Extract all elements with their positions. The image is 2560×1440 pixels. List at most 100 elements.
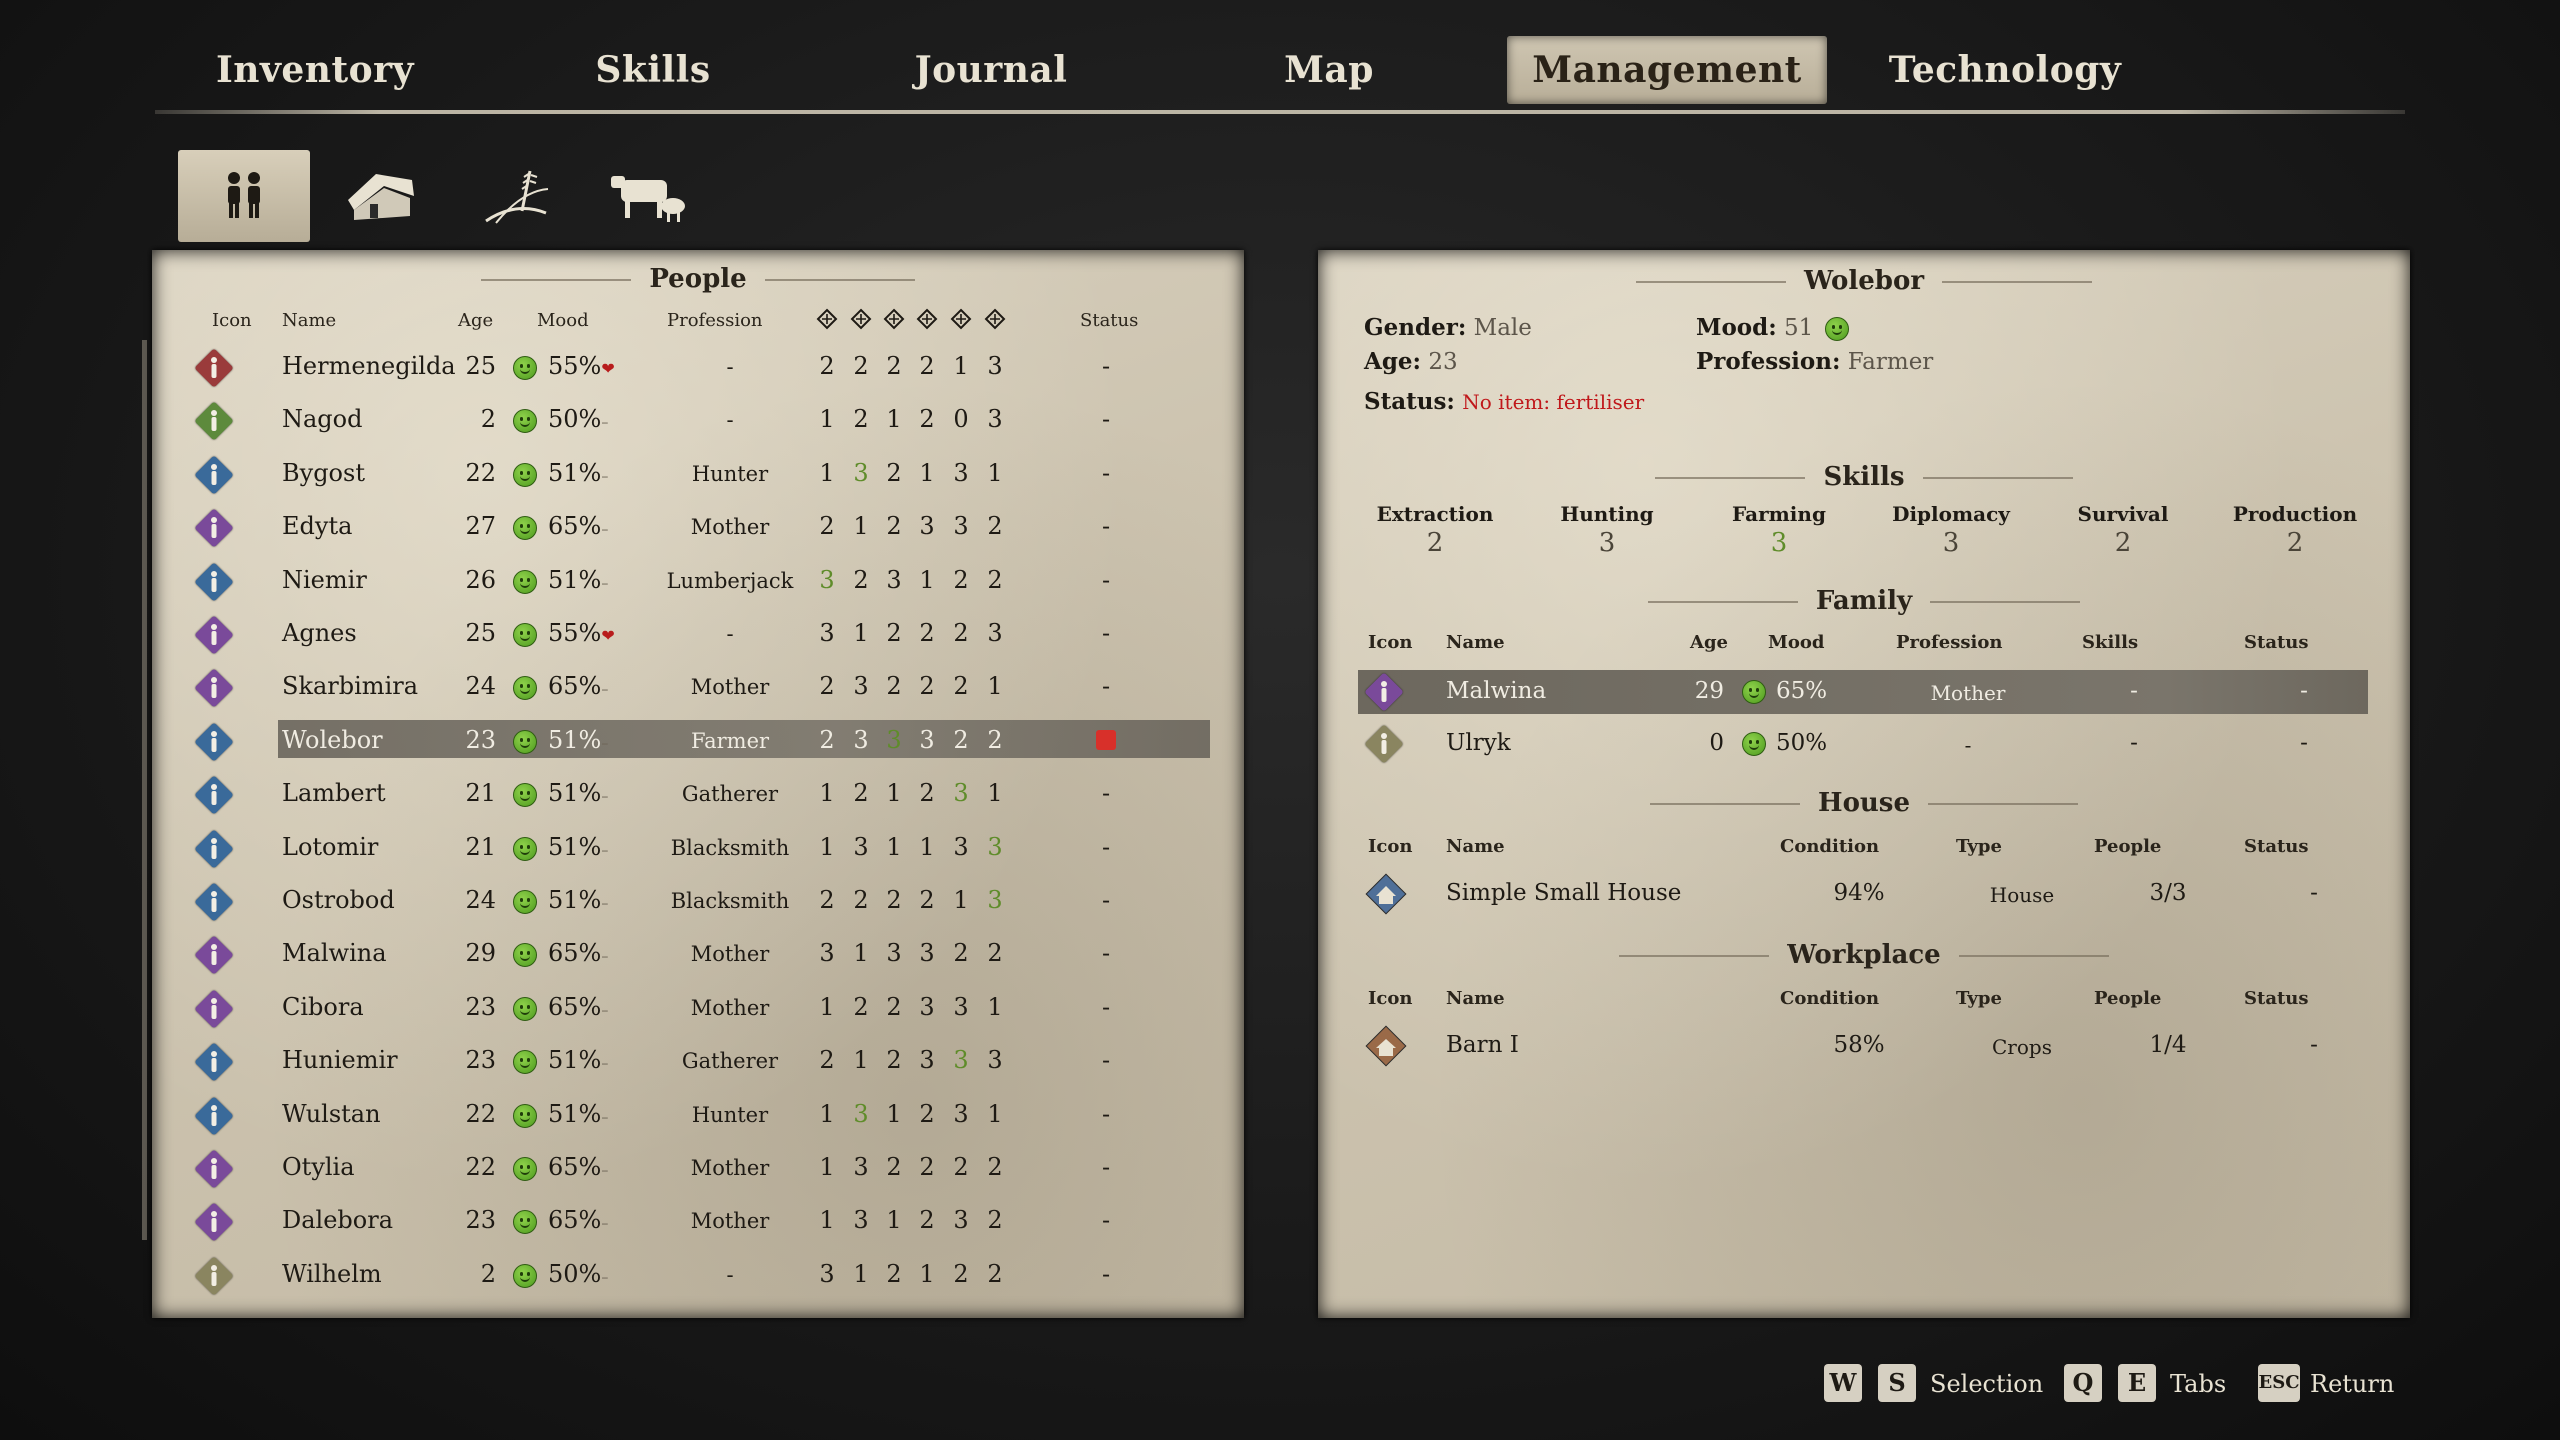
person-diamond-icon [194,1149,234,1189]
header-mood[interactable]: Mood [537,310,589,331]
profession-label: Profession: [1696,348,1841,375]
diplomacy-icon[interactable] [916,308,938,334]
person-row[interactable]: Lambert 21 51%– Gatherer 1 2 1 2 3 1- [152,769,1244,821]
person-age: 24 [465,672,496,701]
person-row[interactable]: Dalebora 23 65%– Mother 1 3 1 2 3 2- [152,1196,1244,1248]
mood-smile-icon [513,1210,537,1235]
header-profession[interactable]: Profession [667,310,763,331]
header-name[interactable]: Name [282,310,336,331]
person-row[interactable]: Nagod 2 50%– -1 2 1 2 0 3- [152,395,1244,447]
workplace-row[interactable]: Barn I 58% Crops 1/4 - [1358,1024,2368,1068]
person-skill-value: 3 [987,405,1003,434]
person-profession: Mother [690,675,770,700]
tab-inventory[interactable]: Inventory [155,36,475,104]
family-age: 0 [1709,730,1724,756]
person-status: - [1101,886,1111,914]
person-skill-value: 2 [819,352,835,380]
mood-smile-icon [1824,317,1849,341]
subtab-buildings[interactable] [314,150,446,242]
person-profession: Mother [690,515,770,540]
person-skill-value: 3 [987,832,1003,861]
tab-skills[interactable]: Skills [493,36,813,104]
mood-down-icon: ❤ [601,359,615,378]
person-skill-value: 3 [819,619,835,647]
house-row[interactable]: Simple Small House 94% House 3/3 - [1358,872,2368,916]
person-skill-value: 2 [819,886,835,914]
header-status[interactable]: Status [1080,310,1138,331]
person-skill-value: 3 [987,1046,1003,1075]
house-header-name: Name [1446,836,1505,857]
person-profession: Lumberjack [666,568,794,593]
person-skill-value: 3 [853,458,869,487]
tab-management[interactable]: Management [1507,36,1827,104]
person-skill-value: 3 [853,1099,869,1128]
person-row[interactable]: Agnes 25 55%❤ -3 1 2 2 2 3- [152,609,1244,661]
person-row[interactable]: Bygost 22 51%– Hunter 1 3 2 1 3 1- [152,449,1244,501]
key-s[interactable]: S [1878,1364,1916,1402]
house-header-condition: Condition [1780,836,1880,857]
person-row[interactable]: Skarbimira 24 65%– Mother 2 3 2 2 2 1- [152,662,1244,714]
person-row[interactable]: Ostrobod 24 51%– Blacksmith 2 2 2 2 1 3- [152,876,1244,928]
person-skill-value: 3 [886,565,902,594]
livestock-icon [611,176,685,222]
person-row[interactable]: Cibora 23 65%– Mother 1 2 2 3 3 1- [152,983,1244,1035]
key-q[interactable]: Q [2064,1364,2102,1402]
family-mood: 50% [1776,730,1828,756]
person-mood: 51%– [548,458,609,487]
person-skill-value: 2 [919,405,935,434]
house-status: - [2310,880,2318,906]
mood-smile-icon [513,569,537,594]
person-row[interactable]: Wilhelm 2 50%– -3 1 2 1 2 2- [152,1250,1244,1302]
house-header-icon: Icon [1368,836,1413,857]
family-row[interactable]: Ulryk 0 50% - - - [1358,722,2368,766]
controls-footer: W S Selection Q E Tabs ESC Return [1824,1364,2394,1404]
person-row[interactable]: Edyta 27 65%– Mother 2 1 2 3 3 2- [152,502,1244,554]
tab-technology[interactable]: Technology [1845,36,2165,104]
person-skill-value: 3 [987,619,1003,647]
production-icon[interactable] [984,308,1006,334]
person-mood: 51%– [548,565,609,594]
person-name: Agnes [282,619,357,647]
mood-flat-icon: – [601,1216,609,1233]
survival-icon[interactable] [950,308,972,334]
person-row[interactable]: Hermenegilda 25 55%❤ -2 2 2 2 1 3- [152,342,1244,394]
subtab-animals[interactable] [586,150,718,242]
extraction-icon[interactable] [816,308,838,334]
person-status: - [1101,1153,1111,1181]
family-profession: - [1964,733,1972,757]
key-w[interactable]: W [1824,1364,1862,1402]
person-status: - [1101,1046,1111,1075]
subtab-fields[interactable] [450,150,582,242]
person-skill-value: 2 [953,725,969,754]
person-row[interactable]: Lotomir 21 51%– Blacksmith 1 3 1 1 3 3- [152,823,1244,875]
family-row[interactable]: Malwina 29 65% Mother - - [1358,670,2368,714]
farming-icon[interactable] [883,308,905,334]
person-skill-value: 1 [919,832,935,861]
skill-value: 3 [1598,528,1616,558]
person-row[interactable]: Otylia 22 65%– Mother 1 3 2 2 2 2- [152,1143,1244,1195]
workplace-header-icon: Icon [1368,988,1413,1009]
subtab-people[interactable] [178,150,310,242]
person-row[interactable]: Malwina 29 65%– Mother 3 1 3 3 2 2- [152,929,1244,981]
key-e[interactable]: E [2118,1364,2156,1402]
person-diamond-icon [194,1202,234,1243]
mood-flat-icon: – [601,735,609,752]
key-esc[interactable]: ESC [2258,1364,2300,1402]
mood-flat-icon: – [601,1163,609,1179]
person-skill-value: 2 [919,886,935,914]
mood-smile-icon [513,836,537,861]
people-icon [228,172,260,218]
mood-flat-icon: – [601,575,609,592]
person-row[interactable]: Wulstan 22 51%– Hunter 1 3 1 2 3 1- [152,1090,1244,1142]
person-row[interactable]: Niemir 26 51%– Lumberjack 3 2 3 1 2 2- [152,556,1244,608]
person-row[interactable]: Wolebor 23 51%– Farmer 2 3 3 3 2 2 [152,716,1244,768]
header-age[interactable]: Age [458,310,493,331]
hunting-icon[interactable] [850,308,872,334]
left-scrollbar[interactable] [142,340,147,1240]
family-skills: - [2130,678,2138,704]
person-skill-value: 2 [819,1046,835,1075]
tab-map[interactable]: Map [1169,36,1489,104]
person-mood: 51%– [548,1099,609,1128]
person-row[interactable]: Huniemir 23 51%– Gatherer 2 1 2 3 3 3- [152,1036,1244,1088]
tab-journal[interactable]: Journal [831,36,1151,104]
